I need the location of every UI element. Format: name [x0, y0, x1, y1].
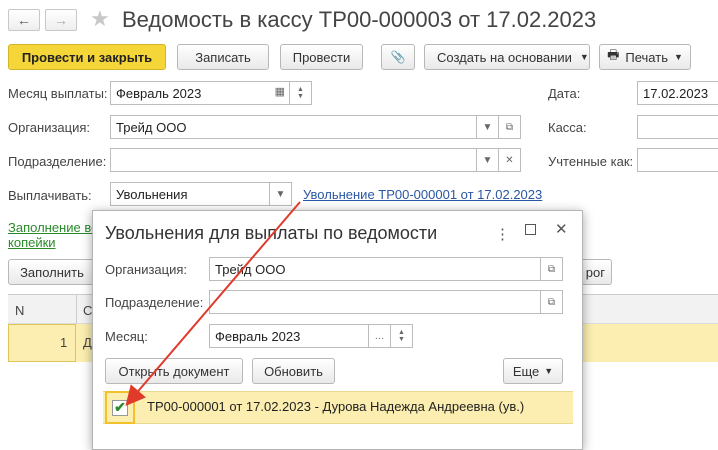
annotation-arrow	[125, 201, 301, 407]
